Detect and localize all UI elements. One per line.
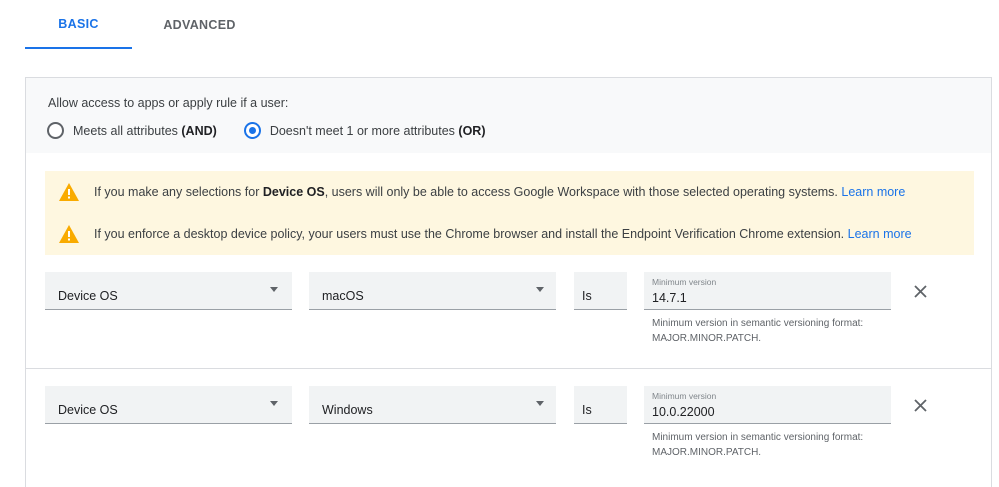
os-select-value: macOS <box>322 289 364 303</box>
attribute-select-value: Device OS <box>58 289 118 303</box>
warning-icon <box>59 225 79 243</box>
radio-and-label: Meets all attributes (AND) <box>73 123 217 138</box>
version-hint: Minimum version in semantic versioning f… <box>652 432 864 458</box>
close-icon[interactable] <box>914 285 927 298</box>
radio-or[interactable] <box>243 122 261 139</box>
minimum-version-field[interactable]: Minimum version <box>644 386 891 424</box>
logic-section: Allow access to apps or apply rule if a … <box>26 78 991 153</box>
dropdown-arrow-icon <box>536 287 544 292</box>
logic-prompt: Allow access to apps or apply rule if a … <box>48 96 289 110</box>
warning-text: If you enforce a desktop device policy, … <box>94 227 912 241</box>
os-select[interactable]: macOS <box>309 272 556 310</box>
logic-radio-group: Meets all attributes (AND) Doesn't meet … <box>47 122 512 139</box>
attribute-select[interactable]: Device OS <box>45 272 292 310</box>
minimum-version-label: Minimum version <box>652 277 717 287</box>
radio-option-or[interactable]: Doesn't meet 1 or more attributes (OR) <box>243 122 486 139</box>
radio-option-and[interactable]: Meets all attributes (AND) <box>47 122 217 139</box>
close-icon[interactable] <box>914 399 927 412</box>
tab-advanced[interactable]: ADVANCED <box>132 0 267 49</box>
os-select[interactable]: Windows <box>309 386 556 424</box>
divider <box>26 368 991 369</box>
dropdown-arrow-icon <box>536 401 544 406</box>
learn-more-link[interactable]: Learn more <box>848 227 912 241</box>
os-select-value: Windows <box>322 403 373 417</box>
learn-more-link[interactable]: Learn more <box>841 185 905 199</box>
operator-label: Is <box>574 386 627 424</box>
attribute-select-value: Device OS <box>58 403 118 417</box>
warning-banner <box>45 171 974 255</box>
tab-basic[interactable]: BASIC <box>25 0 132 49</box>
warning-icon <box>59 183 79 201</box>
radio-and[interactable] <box>47 122 64 139</box>
dropdown-arrow-icon <box>270 401 278 406</box>
operator-label: Is <box>574 272 627 310</box>
minimum-version-label: Minimum version <box>652 391 717 401</box>
radio-or-label: Doesn't meet 1 or more attributes (OR) <box>269 123 486 138</box>
warning-text: If you make any selections for Device OS… <box>94 185 906 199</box>
attribute-select[interactable]: Device OS <box>45 386 292 424</box>
access-rule-panel: Allow access to apps or apply rule if a … <box>25 77 992 487</box>
minimum-version-input[interactable] <box>652 404 872 420</box>
condition-row: Device OS Windows Is Minimum version Min… <box>26 386 991 481</box>
dropdown-arrow-icon <box>270 287 278 292</box>
tab-bar: BASIC ADVANCED <box>25 0 267 49</box>
condition-row: Device OS macOS Is Minimum version Minim… <box>26 272 991 367</box>
minimum-version-input[interactable] <box>652 290 872 306</box>
version-hint: Minimum version in semantic versioning f… <box>652 318 864 344</box>
minimum-version-field[interactable]: Minimum version <box>644 272 891 310</box>
